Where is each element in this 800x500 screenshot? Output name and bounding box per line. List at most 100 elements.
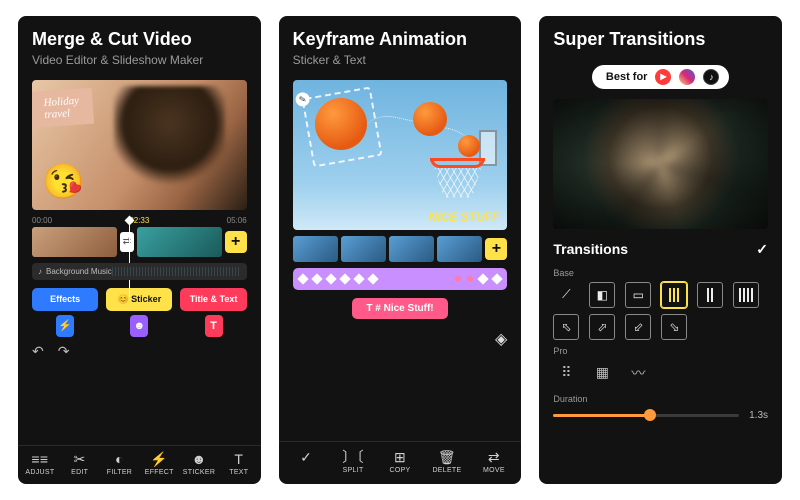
- transition-pro-dots[interactable]: ⠿: [553, 360, 579, 386]
- sticker-button[interactable]: ☻STICKER: [179, 452, 219, 476]
- transition-arrow-br[interactable]: ⬂: [661, 314, 687, 340]
- transition-pro-grid[interactable]: ▦: [589, 360, 615, 386]
- undo-button[interactable]: ↶: [32, 343, 44, 360]
- clip-timeline[interactable]: ⇄ +: [32, 227, 247, 257]
- keyframe-diamond[interactable]: [478, 273, 489, 284]
- transition-icon: ⇄: [123, 236, 131, 247]
- filter-button[interactable]: ◐FILTER: [100, 452, 140, 476]
- keyframe-diamond[interactable]: [339, 273, 350, 284]
- sticker-label: STICKER: [183, 469, 215, 476]
- duration-label: Duration: [553, 394, 768, 404]
- redo-button[interactable]: ↷: [58, 343, 70, 360]
- transitions-header-row: Transitions ✓: [553, 241, 768, 258]
- copy-icon: ⊞: [394, 450, 406, 464]
- kiss-emoji-sticker[interactable]: 😘: [42, 162, 84, 202]
- copy-button[interactable]: ⊞COPY: [377, 450, 424, 474]
- youtube-icon: ▶: [655, 69, 671, 85]
- text-icon: T: [234, 452, 243, 466]
- duration-value: 1.3s: [749, 410, 768, 421]
- transition-fade[interactable]: ◧: [589, 282, 615, 308]
- playhead[interactable]: [129, 221, 130, 297]
- slider-thumb[interactable]: [644, 409, 656, 421]
- transition-bars-selected[interactable]: [661, 282, 687, 308]
- keyframe-diamond[interactable]: [311, 273, 322, 284]
- holiday-tag-sticker[interactable]: Holiday travel: [32, 87, 95, 128]
- filter-label: FILTER: [107, 469, 132, 476]
- keyframe-preview[interactable]: ✎ NICE STUFF: [293, 80, 508, 230]
- text-drop[interactable]: T: [180, 315, 246, 337]
- background-music-track[interactable]: ♪ Background Music: [32, 263, 247, 280]
- panel2-clip-row[interactable]: +: [293, 236, 508, 262]
- effect-button[interactable]: ⚡EFFECT: [139, 452, 179, 476]
- text-track-pill[interactable]: T # Nice Stuff!: [352, 298, 447, 319]
- transition-none[interactable]: ⟋: [553, 282, 579, 308]
- basketball-sticker[interactable]: [315, 98, 367, 150]
- clip-thumb-4[interactable]: [437, 236, 482, 262]
- trash-icon: 🗑: [438, 450, 456, 464]
- add-clip-button[interactable]: +: [225, 231, 247, 253]
- sticker-pill[interactable]: 😊 Sticker: [106, 288, 172, 311]
- base-transition-row-1: ⟋ ◧ ▭: [553, 282, 768, 308]
- transition-bars-3[interactable]: [733, 282, 759, 308]
- transition-arrow-bl[interactable]: ⬃: [625, 314, 651, 340]
- transition-arrow-tl[interactable]: ⬁: [553, 314, 579, 340]
- edit-button[interactable]: ✂EDIT: [60, 452, 100, 476]
- waveform-icon: [112, 267, 241, 276]
- edit-handle-icon[interactable]: ✎: [294, 91, 310, 107]
- sticker-pill-emoji: 😊: [117, 294, 128, 304]
- panel1-title: Merge & Cut Video: [32, 28, 247, 51]
- clip-1[interactable]: [32, 227, 117, 257]
- keyframe-track[interactable]: [293, 268, 508, 290]
- title-text-pill[interactable]: Title & Text: [180, 288, 246, 311]
- panel2-subtitle: Sticker & Text: [293, 53, 508, 68]
- delete-button[interactable]: 🗑 DELETE: [423, 450, 470, 474]
- keyframe-diamond[interactable]: [297, 273, 308, 284]
- effect-label: EFFECT: [145, 469, 174, 476]
- base-transition-row-2: ⬁ ⬀ ⬃ ⬂: [553, 314, 768, 340]
- panel2-title: Keyframe Animation: [293, 28, 508, 51]
- panel2-toolbar: ✓ 〕〔SPLIT ⊞COPY 🗑 DELETE ⇄MOVE: [279, 441, 522, 484]
- delete-label: DELETE: [432, 467, 461, 474]
- bg-music-label: Background Music: [46, 267, 112, 276]
- split-button[interactable]: 〕〔SPLIT: [330, 450, 377, 474]
- add-clip-button-2[interactable]: +: [485, 238, 507, 260]
- basketball-small: [458, 135, 480, 157]
- move-icon: ⇄: [488, 450, 500, 464]
- adjust-label: ADJUST: [25, 469, 54, 476]
- sticker-drop[interactable]: ☻: [106, 315, 172, 337]
- transition-slide[interactable]: ▭: [625, 282, 651, 308]
- effects-pill[interactable]: Effects: [32, 288, 98, 311]
- tiktok-icon: ♪: [703, 69, 719, 85]
- adjust-button[interactable]: ≡≡ADJUST: [20, 452, 60, 476]
- clip-thumb-3[interactable]: [389, 236, 434, 262]
- duration-slider[interactable]: [553, 414, 739, 417]
- apply-check-button[interactable]: ✓: [756, 241, 768, 258]
- keyframe-diamond[interactable]: [353, 273, 364, 284]
- transition-preview[interactable]: [553, 99, 768, 229]
- clip-thumb-1[interactable]: [293, 236, 338, 262]
- net-graphic: [434, 168, 481, 198]
- move-button[interactable]: ⇄MOVE: [470, 450, 517, 474]
- effects-drop[interactable]: ⚡: [32, 315, 98, 337]
- keyframe-diamond[interactable]: [492, 273, 503, 284]
- best-for-badge: Best for ▶ ♪: [592, 65, 730, 89]
- keyframe-diamond[interactable]: [367, 273, 378, 284]
- nice-stuff-text-overlay[interactable]: NICE STUFF: [429, 210, 500, 224]
- transition-bars-2[interactable]: [697, 282, 723, 308]
- clip-2[interactable]: [137, 227, 222, 257]
- keyframe-diamond-icon[interactable]: ◈: [495, 329, 507, 349]
- transition-node[interactable]: ⇄: [120, 232, 134, 252]
- edit-label: EDIT: [71, 469, 88, 476]
- video-preview[interactable]: Holiday travel 😘: [32, 80, 247, 210]
- keyframe-diamond[interactable]: [325, 273, 336, 284]
- text-button[interactable]: TTEXT: [219, 452, 259, 476]
- music-note-icon: ♪: [38, 267, 42, 276]
- panel1-toolbar: ≡≡ADJUST ✂EDIT ◐FILTER ⚡EFFECT ☻STICKER …: [18, 445, 261, 484]
- plus-icon: +: [231, 233, 240, 251]
- transition-pro-wave[interactable]: 〰: [625, 360, 651, 386]
- split-label: SPLIT: [343, 467, 364, 474]
- clip-thumb-2[interactable]: [341, 236, 386, 262]
- transition-arrow-tr[interactable]: ⬀: [589, 314, 615, 340]
- confirm-button[interactable]: ✓: [283, 450, 330, 474]
- undo-redo-row: ↶ ↷: [32, 343, 247, 360]
